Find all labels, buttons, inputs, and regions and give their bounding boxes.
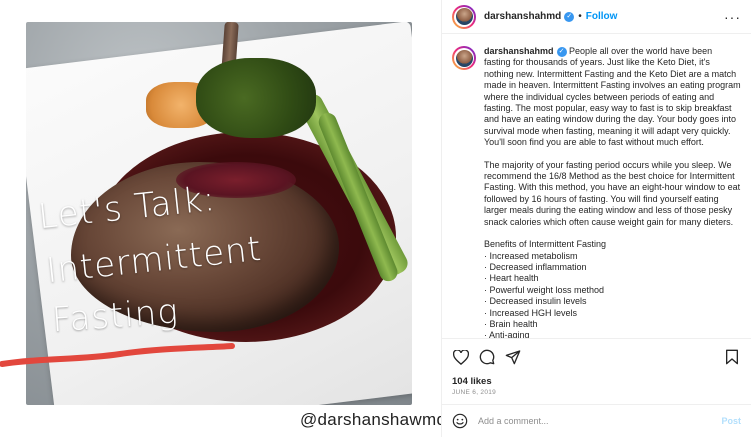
caption-text: darshanshahmd ✓ People all over the world…	[484, 46, 741, 339]
brush-stroke-decoration	[0, 343, 235, 367]
caption-paragraph: The majority of your fasting period occu…	[484, 159, 741, 227]
benefit-item: · Brain health	[484, 318, 538, 329]
comment-icon[interactable]	[478, 348, 496, 366]
instagram-post-modal: Let's Talk: Intermittent Fasting @darsha…	[0, 0, 751, 437]
benefits-list: Benefits of Intermittent Fasting · Incre…	[484, 239, 741, 339]
emoji-icon[interactable]	[452, 413, 468, 429]
share-icon[interactable]	[504, 348, 522, 366]
comment-bar: Add a comment... Post	[442, 404, 751, 437]
post-date: JUNE 6, 2019	[452, 389, 497, 396]
caption-area[interactable]: darshanshahmd ✓ People all over the world…	[442, 34, 751, 339]
action-bar	[442, 342, 751, 372]
post-header: darshanshahmd ✓ • Follow ···	[442, 0, 751, 34]
caption-username[interactable]: darshanshahmd	[484, 46, 554, 56]
post-media[interactable]: Let's Talk: Intermittent Fasting @darsha…	[0, 0, 442, 437]
benefit-item: · Increased HGH levels	[484, 307, 578, 318]
benefit-item: · Decreased insulin levels	[484, 296, 587, 307]
benefit-item: · Heart health	[484, 273, 539, 284]
verified-badge-icon: ✓	[556, 46, 567, 57]
avatar[interactable]	[452, 4, 476, 29]
header-username[interactable]: darshanshahmd	[484, 11, 561, 22]
comment-input[interactable]: Add a comment...	[478, 416, 549, 426]
follow-button[interactable]: Follow	[586, 11, 618, 22]
bookmark-icon[interactable]	[723, 348, 741, 366]
header-separator: •	[578, 11, 582, 22]
post-handle-watermark: @darshanshawmd	[300, 410, 442, 429]
post-comment-button[interactable]: Post	[721, 416, 741, 426]
verified-badge-icon: ✓	[564, 11, 575, 22]
likes-count[interactable]: 104 likes	[452, 376, 492, 387]
benefit-item: · Anti-aging	[484, 330, 530, 339]
caption-paragraph: People all over the world have been fast…	[484, 46, 741, 148]
benefit-item: · Increased metabolism	[484, 250, 578, 261]
benefit-item: · Decreased inflammation	[484, 261, 587, 272]
more-options-icon[interactable]: ···	[724, 9, 741, 25]
post-side-panel: darshanshahmd ✓ • Follow ··· darshanshah…	[442, 0, 751, 437]
benefits-title: Benefits of Intermittent Fasting	[484, 239, 607, 250]
broccoli-graphic	[196, 58, 316, 138]
avatar[interactable]	[452, 46, 476, 70]
heart-icon[interactable]	[452, 348, 470, 366]
benefit-item: · Powerful weight loss method	[484, 284, 605, 295]
